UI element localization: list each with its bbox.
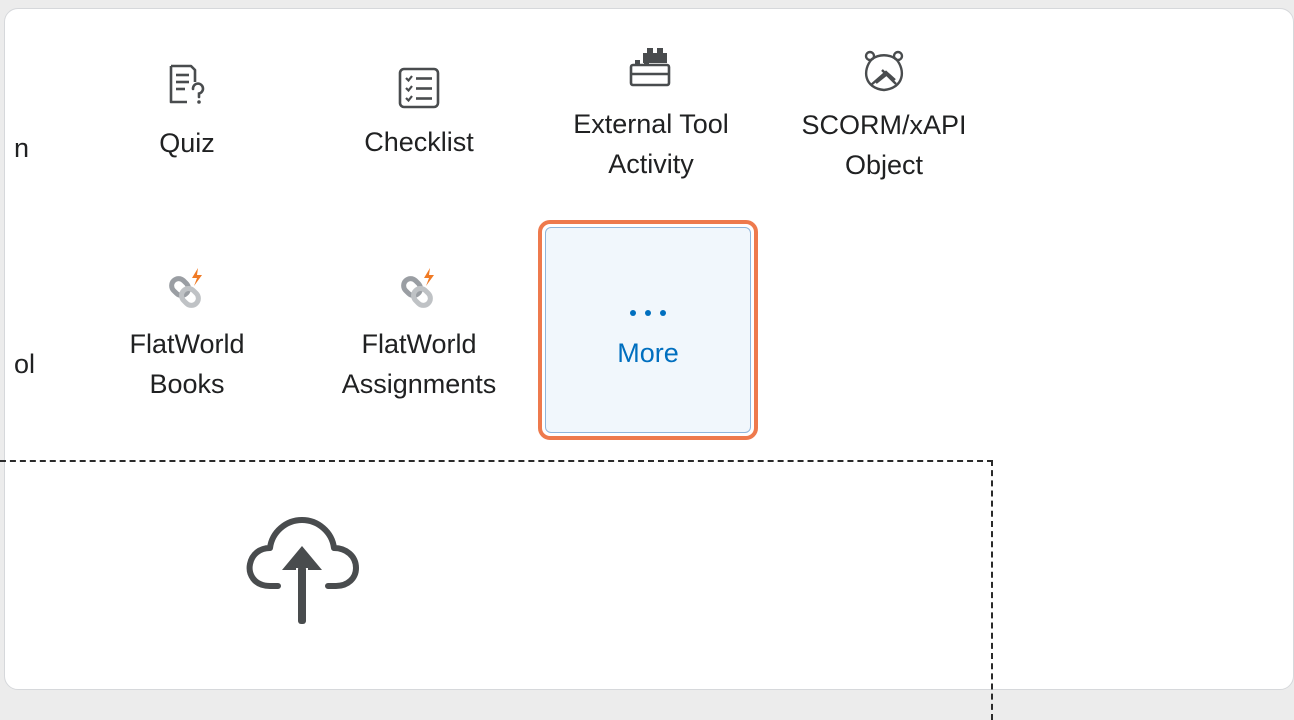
partial-tile-label: n [14, 133, 30, 163]
tile-flatworld-assignments-label: FlatWorld Assignments [341, 329, 497, 399]
checklist-icon [398, 67, 440, 109]
lego-brick-icon [629, 48, 671, 87]
tile-quiz-label: Quiz [159, 128, 215, 158]
tile-flatworld-assignments[interactable]: FlatWorld Assignments [319, 268, 519, 404]
tile-flatworld-books-label: FlatWorld Books [129, 329, 245, 399]
ellipsis-icon [630, 309, 666, 316]
tile-quiz[interactable]: Quiz [87, 62, 287, 163]
tile-external-tool-activity[interactable]: External Tool Activity [551, 46, 751, 184]
cloud-upload-icon [246, 517, 359, 624]
flatworld-link-icon [169, 268, 202, 308]
upload-dropzone[interactable] [0, 460, 993, 720]
partial-tile-label: ol [14, 349, 36, 379]
more-button-label: More [617, 337, 679, 368]
tile-checklist[interactable]: Checklist [319, 66, 519, 162]
more-button[interactable]: More [545, 227, 751, 433]
quiz-icon [169, 64, 205, 104]
tile-scorm-xapi-object[interactable]: SCORM/xAPI Object [784, 50, 984, 185]
scorm-package-icon [864, 50, 904, 92]
tile-checklist-label: Checklist [364, 127, 474, 157]
tile-scorm-xapi-object-label: SCORM/xAPI Object [801, 110, 967, 180]
tile-external-tool-activity-label: External Tool Activity [573, 109, 729, 179]
tile-flatworld-books[interactable]: FlatWorld Books [87, 268, 287, 404]
flatworld-link-icon [401, 268, 434, 308]
more-button-highlight: More [538, 220, 758, 440]
